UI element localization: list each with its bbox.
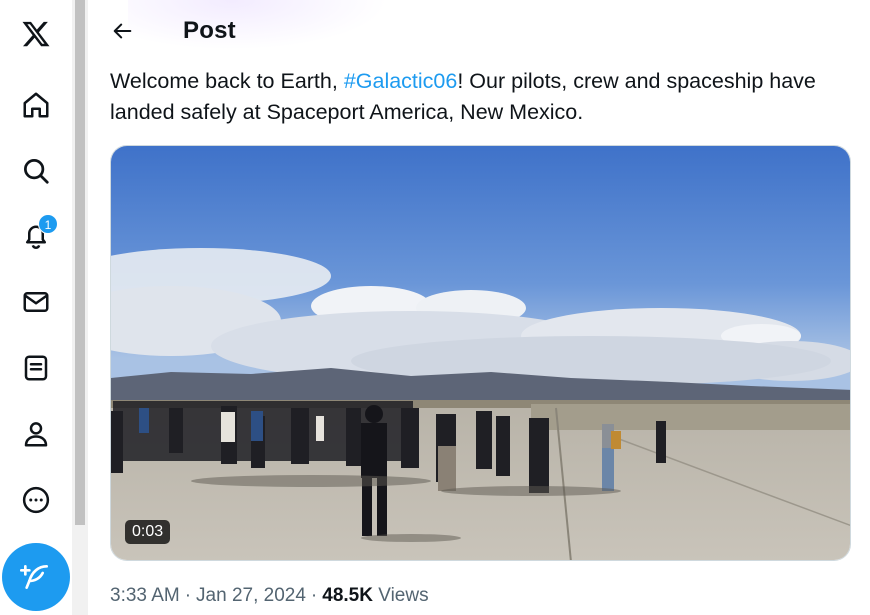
tweet-meta: 3:33 AM · Jan 27, 2024 · 48.5K Views xyxy=(110,585,429,607)
x-logo-icon[interactable] xyxy=(10,8,62,60)
compose-post-button[interactable] xyxy=(2,543,70,611)
profile-icon[interactable] xyxy=(10,408,62,460)
notification-badge: 1 xyxy=(38,214,58,234)
feather-plus-icon xyxy=(20,565,48,589)
notifications-icon[interactable]: 1 xyxy=(10,210,62,262)
video-player[interactable]: 0:03 xyxy=(110,145,851,561)
separator: · xyxy=(310,585,318,606)
tweet-text: Welcome back to Earth, #Galactic06! Our … xyxy=(110,66,850,128)
lists-icon[interactable] xyxy=(10,342,62,394)
views-label: Views xyxy=(378,585,429,606)
scrollbar-thumb[interactable] xyxy=(75,0,85,525)
post-header: Post xyxy=(88,0,870,62)
left-nav: 1 xyxy=(0,0,72,615)
video-duration: 0:03 xyxy=(125,520,171,544)
video-frame xyxy=(111,146,850,560)
hashtag-link[interactable]: #Galactic06 xyxy=(344,69,458,93)
views-count: 48.5K xyxy=(322,585,373,606)
tweet-date[interactable]: Jan 27, 2024 xyxy=(196,585,306,606)
arrow-left-icon xyxy=(113,23,132,39)
tweet-time[interactable]: 3:33 AM xyxy=(110,585,180,606)
page-title: Post xyxy=(183,17,236,44)
more-icon[interactable] xyxy=(10,474,62,526)
separator: · xyxy=(184,585,192,606)
home-icon[interactable] xyxy=(10,79,62,131)
tweet-text-before: Welcome back to Earth, xyxy=(110,69,344,93)
search-icon[interactable] xyxy=(10,145,62,197)
post-detail: Post Welcome back to Earth, #Galactic06!… xyxy=(88,0,870,615)
scrollbar[interactable] xyxy=(72,0,88,615)
back-button[interactable] xyxy=(106,14,140,48)
messages-icon[interactable] xyxy=(10,276,62,328)
